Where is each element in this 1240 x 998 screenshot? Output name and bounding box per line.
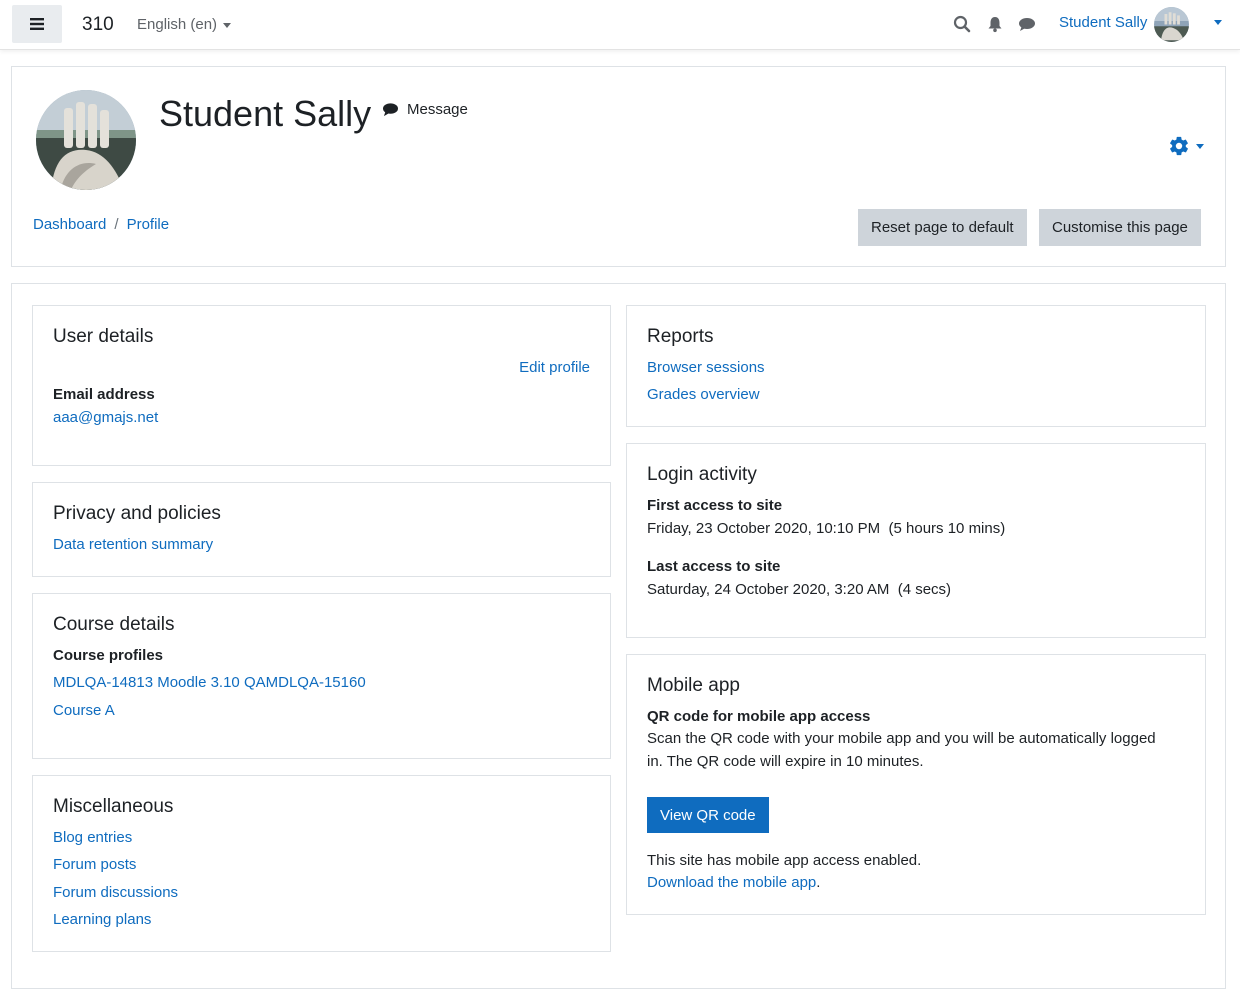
last-access-value: Saturday, 24 October 2020, 3:20 AM (4 se… xyxy=(647,581,952,598)
gear-icon xyxy=(1170,136,1188,156)
chevron-down-icon[interactable] xyxy=(1214,20,1222,25)
view-qr-code-button[interactable]: View QR code xyxy=(647,797,769,833)
chat-bubble-icon[interactable] xyxy=(1018,15,1036,33)
search-icon[interactable] xyxy=(953,15,971,33)
download-mobile-app-link[interactable]: Download the mobile app xyxy=(647,874,816,891)
data-retention-link[interactable]: Data retention summary xyxy=(53,536,213,553)
breadcrumb-profile-link[interactable]: Profile xyxy=(127,216,170,233)
card-title: Reports xyxy=(647,326,714,347)
course-link[interactable]: Course A xyxy=(53,702,115,719)
email-label: Email address xyxy=(53,386,155,403)
edit-profile-link[interactable]: Edit profile xyxy=(519,359,590,376)
page-actions-menu[interactable] xyxy=(1168,135,1204,157)
top-navbar: 310 English (en) Student Sally xyxy=(0,0,1240,50)
avatar[interactable] xyxy=(1154,7,1189,42)
qr-instructions-line: in. The QR code will expire in 10 minute… xyxy=(647,753,924,770)
language-menu[interactable]: English (en) xyxy=(137,16,232,33)
qr-instructions-line: Scan the QR code with your mobile app an… xyxy=(647,730,1156,747)
miscellaneous-card: Miscellaneous Blog entries Forum posts F… xyxy=(32,775,611,952)
course-details-card: Course details Course profiles MDLQA-148… xyxy=(32,593,611,759)
bell-icon[interactable] xyxy=(986,15,1004,33)
customise-page-button[interactable]: Customise this page xyxy=(1039,209,1201,246)
page-title: Student Sally xyxy=(159,93,372,134)
breadcrumb: Dashboard / Profile xyxy=(33,216,169,233)
message-label: Message xyxy=(407,101,468,118)
mobile-enabled-text: This site has mobile app access enabled. xyxy=(647,852,922,869)
main-region: User details Edit profile Email address … xyxy=(11,283,1226,989)
forum-discussions-link[interactable]: Forum discussions xyxy=(53,884,178,901)
chevron-down-icon xyxy=(1196,143,1204,149)
chat-bubble-icon xyxy=(383,103,398,117)
breadcrumb-dashboard-link[interactable]: Dashboard xyxy=(33,216,106,233)
login-activity-card: Login activity First access to site Frid… xyxy=(626,443,1206,638)
card-title: Miscellaneous xyxy=(53,796,174,817)
grades-overview-link[interactable]: Grades overview xyxy=(647,386,760,403)
user-details-card: User details Edit profile Email address … xyxy=(32,305,611,466)
reset-page-button[interactable]: Reset page to default xyxy=(858,209,1027,246)
breadcrumb-separator: / xyxy=(114,216,119,233)
card-title: Course details xyxy=(53,614,175,635)
reports-card: Reports Browser sessions Grades overview xyxy=(626,305,1206,427)
browser-sessions-link[interactable]: Browser sessions xyxy=(647,359,765,376)
user-menu-name[interactable]: Student Sally xyxy=(1059,14,1147,31)
card-title: Mobile app xyxy=(647,675,740,696)
mobile-app-card: Mobile app QR code for mobile app access… xyxy=(626,654,1206,915)
language-label: English (en) xyxy=(137,16,218,33)
card-title: Privacy and policies xyxy=(53,503,221,524)
download-app-line: Download the mobile app. xyxy=(647,874,820,891)
nav-drawer-toggle-button[interactable] xyxy=(12,5,62,43)
forum-posts-link[interactable]: Forum posts xyxy=(53,856,136,873)
blog-entries-link[interactable]: Blog entries xyxy=(53,829,132,846)
profile-picture xyxy=(36,90,136,190)
message-button[interactable]: Message xyxy=(382,101,468,118)
qr-code-label: QR code for mobile app access xyxy=(647,708,871,725)
first-access-label: First access to site xyxy=(647,497,783,514)
chevron-down-icon xyxy=(223,22,232,28)
card-title: User details xyxy=(53,326,154,347)
course-profiles-label: Course profiles xyxy=(53,647,164,664)
first-access-value: Friday, 23 October 2020, 10:10 PM (5 hou… xyxy=(647,520,1006,537)
page-header: Student Sally Message Dashboard / Profile … xyxy=(11,66,1226,267)
download-suffix: . xyxy=(816,874,821,891)
email-link[interactable]: aaa@gmajs.net xyxy=(53,409,158,426)
card-title: Login activity xyxy=(647,464,757,485)
learning-plans-link[interactable]: Learning plans xyxy=(53,911,151,928)
last-access-label: Last access to site xyxy=(647,558,781,575)
privacy-card: Privacy and policies Data retention summ… xyxy=(32,482,611,577)
hamburger-icon xyxy=(30,18,44,30)
course-link[interactable]: MDLQA-14813 Moodle 3.10 QAMDLQA-15160 xyxy=(53,674,366,691)
site-name-link[interactable]: 310 xyxy=(82,14,114,36)
